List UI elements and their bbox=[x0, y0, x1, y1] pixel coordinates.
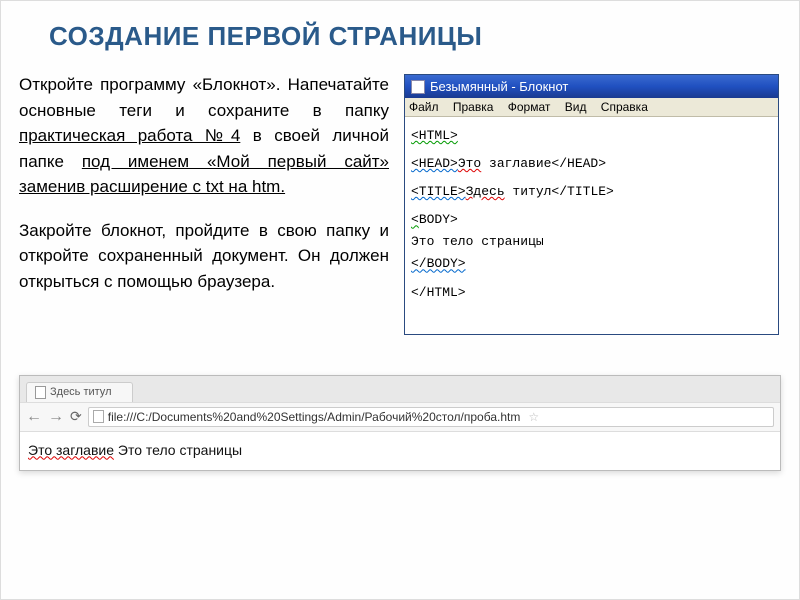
code-line: заглавие</HEAD> bbox=[481, 156, 606, 171]
menu-view[interactable]: Вид bbox=[565, 100, 587, 114]
instruction-text: Откройте программу «Блокнот». Напечатайт… bbox=[19, 72, 389, 335]
menu-file[interactable]: Файл bbox=[409, 100, 439, 114]
menu-edit[interactable]: Правка bbox=[453, 100, 494, 114]
rendered-head-text: Это заглавие bbox=[28, 442, 114, 458]
tab-title: Здесь титул bbox=[50, 386, 112, 398]
code-line: </HTML> bbox=[411, 285, 466, 300]
url-text: file:///C:/Documents%20and%20Settings/Ad… bbox=[108, 410, 521, 424]
text-segment: Откройте программу «Блокнот». Напечатайт… bbox=[19, 75, 389, 120]
notepad-titlebar: Безымянный - Блокнот bbox=[405, 75, 778, 98]
slide-title: СОЗДАНИЕ ПЕРВОЙ СТРАНИЦЫ bbox=[49, 21, 781, 52]
code-line: Здесь bbox=[466, 184, 505, 199]
forward-button[interactable]: → bbox=[48, 408, 64, 426]
browser-tab[interactable]: Здесь титул bbox=[26, 382, 133, 402]
menu-help[interactable]: Справка bbox=[601, 100, 648, 114]
favicon-icon bbox=[35, 386, 46, 399]
page-icon bbox=[93, 410, 104, 423]
browser-window: Здесь титул ← → ⟳ file:///C:/Documents%2… bbox=[19, 375, 781, 471]
bookmark-star-icon[interactable]: ☆ bbox=[528, 410, 539, 424]
browser-viewport: Это заглавие Это тело страницы bbox=[20, 432, 780, 470]
browser-tabstrip: Здесь титул bbox=[20, 376, 780, 402]
notepad-editor[interactable]: <HTML> <HEAD>Это заглавие</HEAD> <TITLE>… bbox=[405, 117, 778, 334]
code-line: Это тело страницы bbox=[411, 234, 544, 249]
code-line: Это bbox=[458, 156, 481, 171]
code-line: </BODY> bbox=[411, 256, 466, 271]
code-line: < bbox=[411, 212, 419, 227]
notepad-window: Безымянный - Блокнот Файл Правка Формат … bbox=[404, 74, 779, 335]
notepad-title: Безымянный - Блокнот bbox=[430, 79, 568, 94]
code-line: <TITLE> bbox=[411, 184, 466, 199]
code-line: BODY> bbox=[419, 212, 458, 227]
browser-toolbar: ← → ⟳ file:///C:/Documents%20and%20Setti… bbox=[20, 402, 780, 432]
instruction-paragraph: Закройте блокнот, пройдите в свою папку … bbox=[19, 218, 389, 295]
notepad-icon bbox=[411, 80, 425, 94]
notepad-menubar: Файл Правка Формат Вид Справка bbox=[405, 98, 778, 117]
reload-button[interactable]: ⟳ bbox=[70, 408, 82, 425]
code-line: <HTML> bbox=[411, 128, 458, 143]
menu-format[interactable]: Формат bbox=[508, 100, 551, 114]
address-bar[interactable]: file:///C:/Documents%20and%20Settings/Ad… bbox=[88, 407, 774, 427]
folder-link: практическая работа №4 bbox=[19, 126, 240, 145]
code-line: <HEAD> bbox=[411, 156, 458, 171]
rendered-body-text: Это тело страницы bbox=[114, 442, 242, 458]
code-line: титул</TITLE> bbox=[505, 184, 614, 199]
back-button[interactable]: ← bbox=[26, 408, 42, 426]
